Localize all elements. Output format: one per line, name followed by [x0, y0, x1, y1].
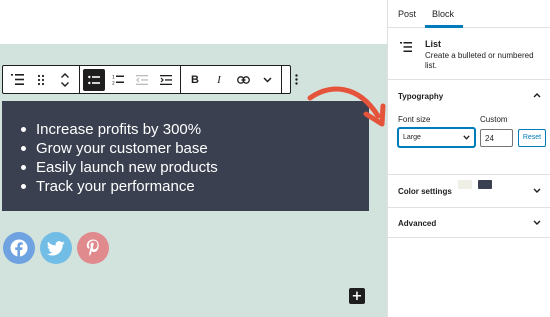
unordered-list-icon[interactable] [83, 68, 105, 91]
tab-block[interactable]: Block [432, 0, 454, 28]
add-block-button[interactable]: + [349, 288, 365, 304]
svg-text:2: 2 [112, 81, 115, 86]
reset-button[interactable]: Reset [518, 129, 546, 147]
advanced-panel-toggle[interactable]: Advanced [388, 208, 550, 240]
svg-text:1: 1 [112, 75, 115, 81]
chevron-down-icon [463, 135, 470, 140]
font-size-label: Font size [398, 115, 431, 124]
link-icon[interactable] [232, 69, 254, 91]
list-item[interactable]: Track your performance [16, 177, 218, 196]
tab-post[interactable]: Post [398, 0, 416, 28]
bold-label: B [191, 73, 199, 86]
outdent-icon[interactable] [131, 69, 153, 91]
list-item[interactable]: Grow your customer base [16, 139, 218, 158]
text-format-group: B I [181, 66, 282, 93]
chevron-down-icon [533, 188, 541, 193]
color-settings-title: Color settings [398, 187, 452, 196]
facebook-icon[interactable] [3, 232, 35, 264]
typography-panel-toggle[interactable]: Typography [388, 80, 550, 112]
background-color-swatch [458, 180, 472, 189]
settings-sidebar: Post Block List Create a bulleted or num… [387, 0, 550, 317]
ordered-list-icon[interactable]: 12 [107, 69, 129, 91]
chevron-up-icon [533, 93, 541, 98]
annotation-arrow [307, 86, 386, 127]
pinterest-icon[interactable] [77, 232, 109, 264]
block-description: Create a bulleted or numbered list. [425, 51, 534, 70]
typography-title: Typography [398, 92, 444, 101]
add-block-label: + [351, 288, 363, 304]
custom-size-label: Custom [480, 115, 508, 124]
list-item[interactable]: Increase profits by 300% [16, 120, 218, 139]
indent-icon[interactable] [155, 69, 177, 91]
font-size-select-value: Large [403, 134, 421, 141]
block-mover-group [3, 66, 80, 93]
list-item[interactable]: Easily launch new products [16, 158, 218, 177]
custom-font-size-input[interactable]: 24 [480, 129, 513, 147]
text-color-swatch [478, 180, 492, 189]
bulleted-list: Increase profits by 300% Grow your custo… [16, 120, 218, 196]
font-size-select[interactable]: Large [398, 128, 475, 147]
italic-label: I [217, 73, 221, 86]
advanced-title: Advanced [398, 219, 437, 228]
move-up-down-icon[interactable] [54, 69, 76, 91]
block-card: List Create a bulleted or numbered list. [388, 28, 550, 80]
editor-canvas: 12 B I Increase profits by 300% Grow you… [0, 0, 387, 317]
sidebar-tabs: Post Block [388, 0, 550, 28]
bold-icon[interactable]: B [184, 69, 206, 91]
chevron-down-icon [533, 220, 541, 225]
list-icon[interactable] [6, 69, 28, 91]
block-title: List [425, 39, 442, 49]
list-format-group: 12 [80, 66, 181, 93]
list-icon [400, 39, 412, 57]
block-toolbar: 12 B I [2, 65, 298, 94]
advanced-panel: Advanced [388, 208, 550, 238]
twitter-icon[interactable] [40, 232, 72, 264]
chevron-down-icon[interactable] [256, 69, 278, 91]
italic-icon[interactable]: I [208, 69, 230, 91]
drag-handle-icon[interactable] [30, 69, 52, 91]
